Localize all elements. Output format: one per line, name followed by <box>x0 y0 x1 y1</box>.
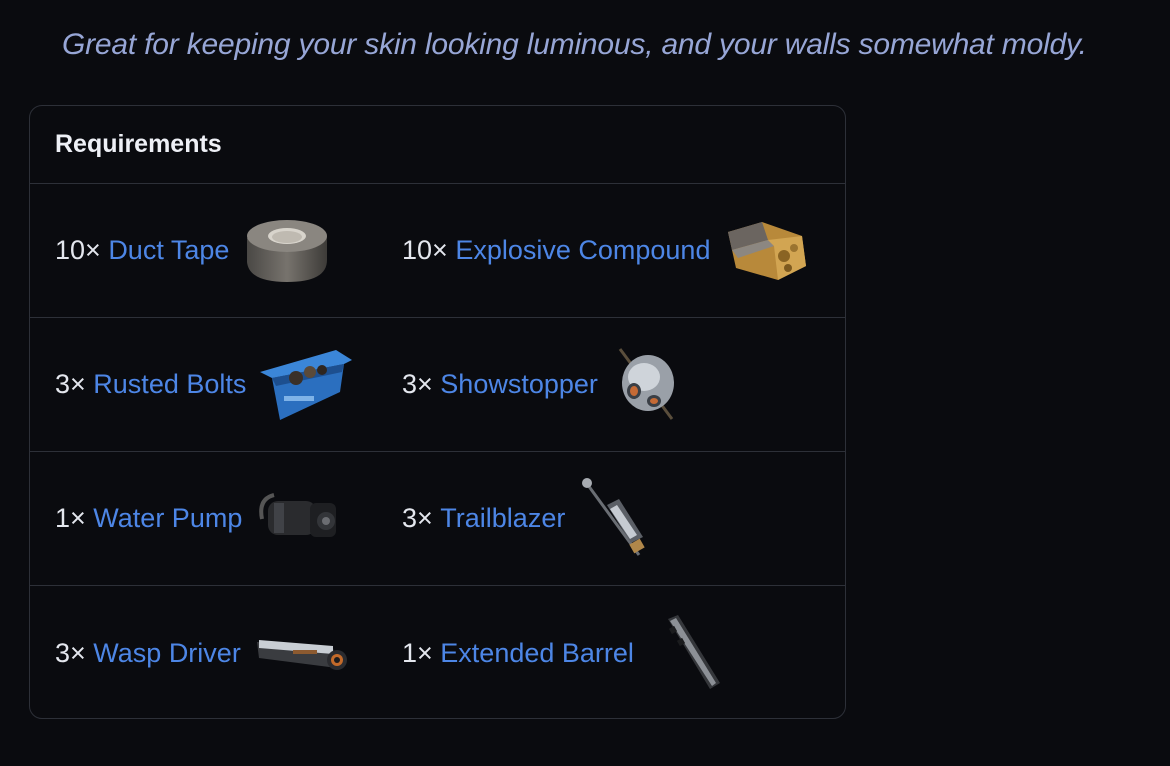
duct-tape-icon[interactable] <box>241 216 333 286</box>
item-quantity: 3× <box>402 503 441 533</box>
requirement-item: 3× Showstopper <box>402 318 690 451</box>
requirements-table: Requirements 10× Duct Tape 10× Explosive… <box>29 105 846 719</box>
requirement-item: 3× Wasp Driver <box>55 586 353 718</box>
item-link-duct-tape[interactable]: Duct Tape <box>108 235 229 266</box>
extended-barrel-icon[interactable] <box>646 613 726 693</box>
wasp-driver-icon[interactable] <box>253 628 353 678</box>
item-quantity: 1× <box>402 637 441 668</box>
requirements-row: 10× Duct Tape 10× Explosive Compound <box>30 184 845 318</box>
item-link-extended-barrel[interactable]: Extended Barrel <box>440 638 634 669</box>
item-quantity: 10× <box>55 235 109 265</box>
requirements-header: Requirements <box>30 106 845 184</box>
item-link-trailblazer[interactable]: Trailblazer <box>440 503 565 534</box>
water-pump-icon[interactable] <box>254 489 346 549</box>
item-quantity: 3× <box>55 637 94 668</box>
explosive-compound-icon[interactable] <box>722 218 812 284</box>
item-link-water-pump[interactable]: Water Pump <box>93 503 242 534</box>
requirement-item: 1× Water Pump <box>55 452 346 585</box>
item-quantity: 10× <box>402 235 456 265</box>
item-link-showstopper[interactable]: Showstopper <box>440 369 598 400</box>
item-quantity: 3× <box>402 369 441 399</box>
requirement-item: 1× Extended Barrel <box>402 586 726 718</box>
requirement-item: 3× Trailblazer <box>402 452 657 585</box>
requirements-row: 3× Rusted Bolts 3× Showstopper <box>30 318 845 452</box>
showstopper-icon[interactable] <box>610 347 690 423</box>
requirement-item: 3× Rusted Bolts <box>55 318 354 451</box>
requirement-item: 10× Duct Tape <box>55 184 333 317</box>
item-link-wasp-driver[interactable]: Wasp Driver <box>93 638 241 669</box>
trailblazer-icon[interactable] <box>577 477 657 561</box>
item-description: Great for keeping your skin looking lumi… <box>62 28 1087 61</box>
item-link-rusted-bolts[interactable]: Rusted Bolts <box>93 369 246 400</box>
requirements-title: Requirements <box>55 130 222 158</box>
item-quantity: 1× <box>55 503 94 533</box>
requirements-row: 3× Wasp Driver 1× Extended Barrel <box>30 586 845 718</box>
item-link-explosive-compound[interactable]: Explosive Compound <box>455 235 710 266</box>
requirement-item: 10× Explosive Compound <box>402 184 812 317</box>
rusted-bolts-icon[interactable] <box>258 348 354 422</box>
requirements-row: 1× Water Pump 3× Trailblazer <box>30 452 845 586</box>
item-quantity: 3× <box>55 369 94 399</box>
